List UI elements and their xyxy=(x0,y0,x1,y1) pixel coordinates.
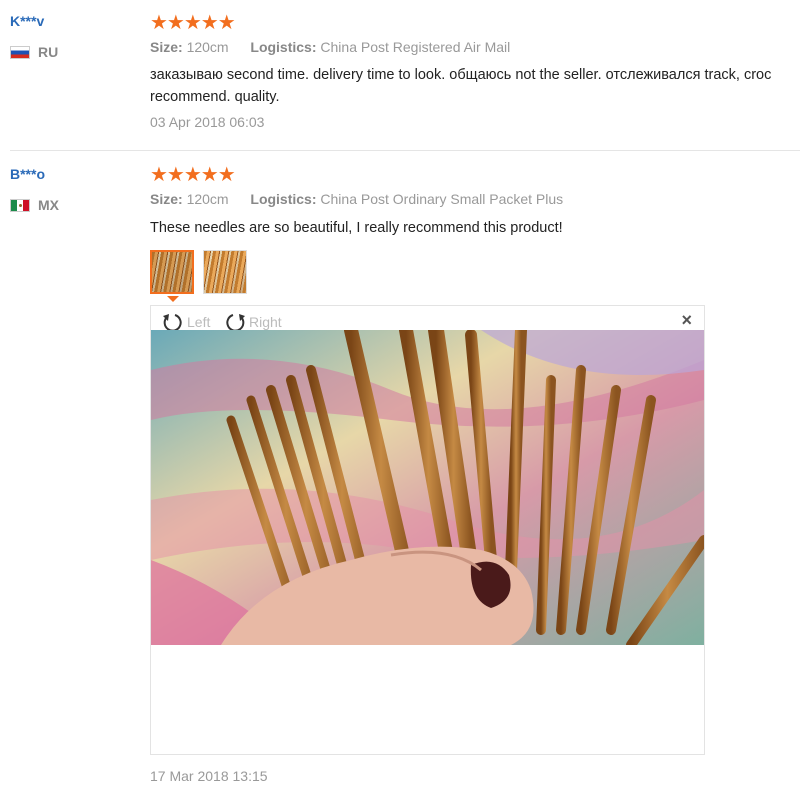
logistics-label: Logistics: xyxy=(250,191,317,207)
review-text-line2: recommend. quality. xyxy=(150,89,280,105)
rotate-right-icon xyxy=(226,314,245,332)
size-value: 120cm xyxy=(186,39,229,55)
review-text-line1: заказываю second time. delivery time to … xyxy=(150,67,772,83)
review-date: 03 Apr 2018 06:03 xyxy=(150,114,265,130)
selected-thumbnail-indicator xyxy=(167,296,179,302)
rotate-left-label: Left xyxy=(187,314,211,330)
rotate-right-button[interactable]: Right xyxy=(223,312,282,332)
review-date: 17 Mar 2018 13:15 xyxy=(150,768,268,784)
star-rating: ★★★★★ xyxy=(150,164,236,186)
review-meta: Size: 120cm Logistics: China Post Regist… xyxy=(150,39,510,55)
reviewer-name[interactable]: K***v xyxy=(10,13,44,29)
review-text-line1: These needles are so beautiful, I really… xyxy=(150,220,563,236)
review-photo-thumbnail-1[interactable] xyxy=(150,250,194,294)
logistics-label: Logistics: xyxy=(250,39,317,55)
needles-thumbnail-image xyxy=(204,251,246,293)
reviewer-country: RU xyxy=(10,44,58,60)
mexico-flag-icon xyxy=(10,198,30,212)
review-photo-large xyxy=(151,330,704,645)
logistics-value: China Post Ordinary Small Packet Plus xyxy=(320,191,564,207)
rotate-left-icon xyxy=(163,314,182,332)
review-meta: Size: 120cm Logistics: China Post Ordina… xyxy=(150,191,563,207)
size-label: Size: xyxy=(150,191,183,207)
reviewer-country: MX xyxy=(10,197,59,213)
knitting-needles-photo xyxy=(151,330,704,645)
rotate-left-button[interactable]: Left xyxy=(161,312,210,332)
review-divider xyxy=(10,150,800,151)
photo-viewer: Left Right × xyxy=(150,305,705,755)
logistics-value: China Post Registered Air Mail xyxy=(320,39,511,55)
russia-flag-icon xyxy=(10,45,30,59)
needles-thumbnail-image xyxy=(152,252,192,292)
country-code: RU xyxy=(38,44,59,60)
star-rating: ★★★★★ xyxy=(150,12,236,34)
size-value: 120cm xyxy=(186,191,229,207)
review-photo-thumbnail-2[interactable] xyxy=(203,250,247,294)
size-label: Size: xyxy=(150,39,183,55)
rotate-right-label: Right xyxy=(249,314,282,330)
country-code: MX xyxy=(38,197,59,213)
close-viewer-button[interactable]: × xyxy=(681,310,692,331)
reviewer-name[interactable]: B***o xyxy=(10,166,45,182)
